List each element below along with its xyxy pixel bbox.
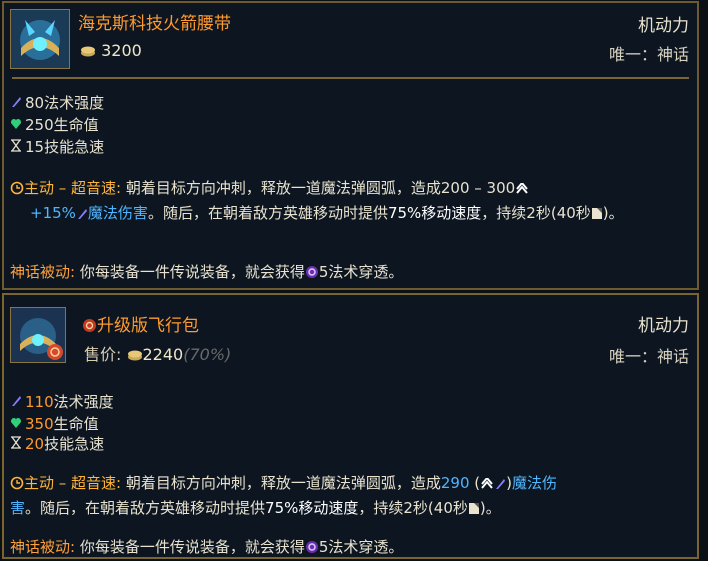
rocketbelt-item-icon[interactable] xyxy=(10,9,70,69)
mythic-passive: 神话被动: 你每装备一件传说装备，就会获得 5法术穿透。 xyxy=(10,261,687,286)
scaling-chevron-icon xyxy=(480,474,494,497)
stat-health: 250生命值 xyxy=(10,114,99,135)
stat-ability-power: 80法术强度 xyxy=(10,92,104,113)
scaling-chevron-icon xyxy=(515,179,529,202)
ability-power-icon xyxy=(76,204,88,227)
stat-ability-haste: 15技能急速 xyxy=(10,136,104,157)
heart-icon xyxy=(10,415,23,433)
ability-power-icon xyxy=(10,393,23,411)
stat-ability-power: 110法术强度 xyxy=(10,391,114,412)
active-description: 主动 – 超音速: 朝着目标方向冲刺，释放一道魔法弹圆弧，造成200 – 300… xyxy=(10,177,687,227)
active-description: 主动 – 超音速: 朝着目标方向冲刺，释放一道魔法弹圆弧，造成290 ()魔法伤… xyxy=(10,472,687,522)
item-name-row: 升级版飞行包 xyxy=(82,311,199,338)
item-unique-tag: 唯一：神话 xyxy=(608,45,689,64)
hourglass-icon xyxy=(10,435,23,453)
mythic-passive: 神话被动: 你每装备一件传说装备，就会获得 5法术穿透。 xyxy=(10,536,687,561)
active-clock-icon xyxy=(10,179,24,202)
active-clock-icon xyxy=(10,474,24,497)
gold-coin-icon xyxy=(127,346,143,365)
item-category: 机动力 xyxy=(638,316,689,336)
stat-health: 350生命值 xyxy=(10,413,99,434)
item-sell-price: 售价: 2240(70%) xyxy=(84,345,232,365)
ornn-upgrade-icon xyxy=(82,318,97,338)
gold-value: 3200 xyxy=(101,41,142,60)
divider xyxy=(12,77,689,79)
item-unique-tag: 唯一：神话 xyxy=(608,347,689,366)
item-tooltip-upgraded-jetpack: 升级版飞行包 售价: 2240(70%) 机动力 唯一：神话 110法术强度 3… xyxy=(2,293,699,559)
item-cost: 3200 xyxy=(80,41,142,61)
stat-ability-haste: 20技能急速 xyxy=(10,433,104,454)
ability-power-icon xyxy=(10,94,23,112)
hourglass-icon xyxy=(10,138,23,156)
magic-penetration-icon xyxy=(305,263,319,286)
item-tooltip-hextech-rocketbelt: 海克斯科技火箭腰带 3200 机动力 唯一：神话 80法术强度 250生命值 1… xyxy=(2,1,699,290)
ability-power-icon xyxy=(494,474,506,497)
item-name: 海克斯科技火箭腰带 xyxy=(78,14,231,34)
item-category: 机动力 xyxy=(638,16,689,36)
cooldown-icon xyxy=(591,204,603,227)
gold-coin-icon xyxy=(80,42,96,61)
cooldown-icon xyxy=(468,499,480,522)
item-name: 升级版飞行包 xyxy=(97,316,199,336)
heart-icon xyxy=(10,116,23,134)
upgraded-jetpack-item-icon[interactable] xyxy=(10,307,66,363)
magic-penetration-icon xyxy=(305,538,319,561)
